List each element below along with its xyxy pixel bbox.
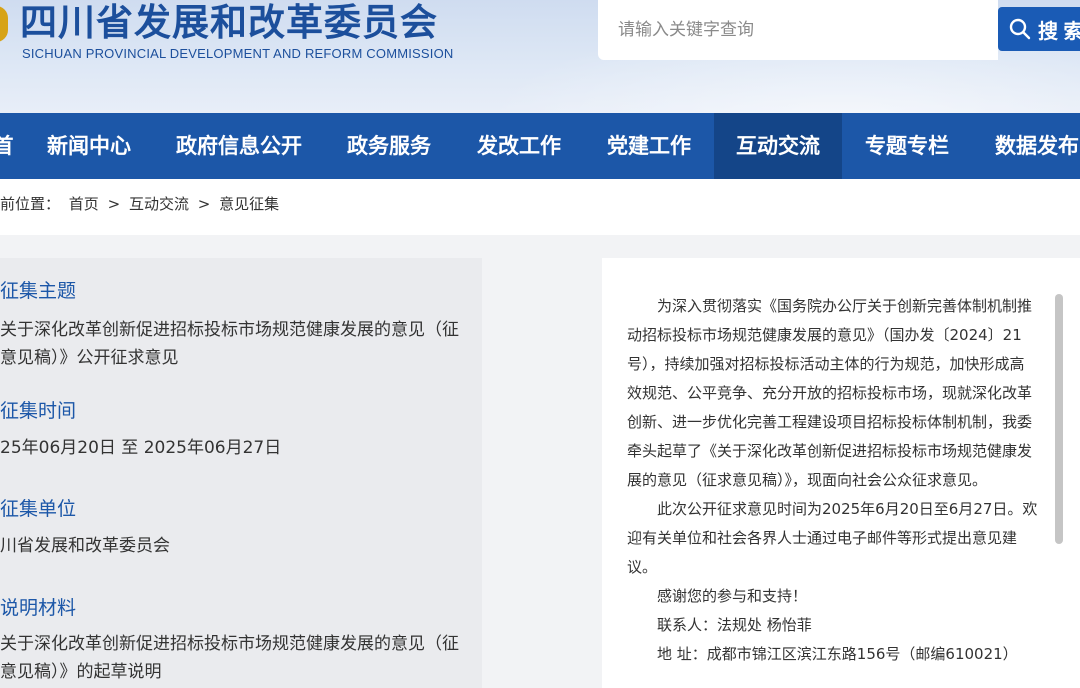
article-paragraph: 联系人：法规处 杨怡菲 <box>657 616 812 634</box>
material-link[interactable]: 关于深化改革创新促进招标投标市场规范健康发展的意见（征意见稿）》的起草说明 <box>0 630 475 686</box>
unit-value: 川省发展和改革委员会 <box>0 536 170 556</box>
breadcrumb-prefix: 前位置： <box>0 195 61 213</box>
time-value: 25年06月20日 至 2025年06月27日 <box>0 438 282 458</box>
nav-item-party[interactable]: 党建工作 <box>584 113 714 179</box>
article-paragraph: 地 址：成都市锦江区滨江东路156号（邮编610021） <box>657 645 1018 663</box>
main-nav: 首 新闻中心 政府信息公开 政务服务 发改工作 党建工作 互动交流 专题专栏 数… <box>0 113 1080 179</box>
breadcrumb-interaction[interactable]: 互动交流 <box>129 195 189 213</box>
topic-value: 关于深化改革创新促进招标投标市场规范健康发展的意见（征意见稿）》公开征求意见 <box>0 320 459 368</box>
site-title[interactable]: 四川省发展和改革委员会 <box>20 0 438 46</box>
article-paragraph: 为深入贯彻落实《国务院办公厅关于创新完善体制机制推动招标投标市场规范健康发展的意… <box>627 297 1033 489</box>
article-paragraph: 此次公开征求意见时间为2025年6月20日至6月27日。欢迎有关单位和社会各界人… <box>627 500 1038 576</box>
breadcrumb: 前位置： 首页 > 互动交流 > 意见征集 <box>0 193 283 214</box>
article-paragraph: 感谢您的参与和支持！ <box>657 587 808 605</box>
nav-item-gov-info[interactable]: 政府信息公开 <box>154 113 324 179</box>
nav-item-services[interactable]: 政务服务 <box>324 113 454 179</box>
article-panel: 为深入贯彻落实《国务院办公厅关于创新完善体制机制推动招标投标市场规范健康发展的意… <box>602 258 1080 688</box>
site-subtitle: SICHUAN PROVINCIAL DEVELOPMENT AND REFOR… <box>22 46 454 61</box>
material-title: 说明材料 <box>0 597 77 619</box>
nav-item-home[interactable]: 首 <box>0 113 14 179</box>
time-title: 征集时间 <box>0 400 77 422</box>
nav-item-topics[interactable]: 专题专栏 <box>842 113 972 179</box>
nav-item-data[interactable]: 数据发布 <box>972 113 1080 179</box>
search-icon <box>1009 18 1031 40</box>
info-panel: 征集主题 关于深化改革创新促进招标投标市场规范健康发展的意见（征意见稿）》公开征… <box>0 258 482 688</box>
emblem-icon <box>0 6 8 42</box>
breadcrumb-separator: > <box>107 195 121 213</box>
breadcrumb-separator: > <box>197 195 211 213</box>
article-scrollbar[interactable] <box>1055 294 1063 544</box>
topic-title: 征集主题 <box>0 280 77 302</box>
site-header: 四川省发展和改革委员会 SICHUAN PROVINCIAL DEVELOPME… <box>0 0 1080 113</box>
breadcrumb-current: 意见征集 <box>219 195 280 213</box>
unit-title: 征集单位 <box>0 498 77 520</box>
search-button-label: 搜 索 <box>1038 20 1080 43</box>
breadcrumb-home[interactable]: 首页 <box>69 195 99 213</box>
search-input[interactable] <box>598 0 998 60</box>
search-button[interactable]: 搜 索 <box>998 7 1080 51</box>
article-body: 为深入贯彻落实《国务院办公厅关于创新完善体制机制推动招标投标市场规范健康发展的意… <box>627 292 1039 669</box>
nav-item-interaction[interactable]: 互动交流 <box>714 113 842 179</box>
nav-item-work[interactable]: 发改工作 <box>454 113 584 179</box>
nav-item-news[interactable]: 新闻中心 <box>24 113 154 179</box>
